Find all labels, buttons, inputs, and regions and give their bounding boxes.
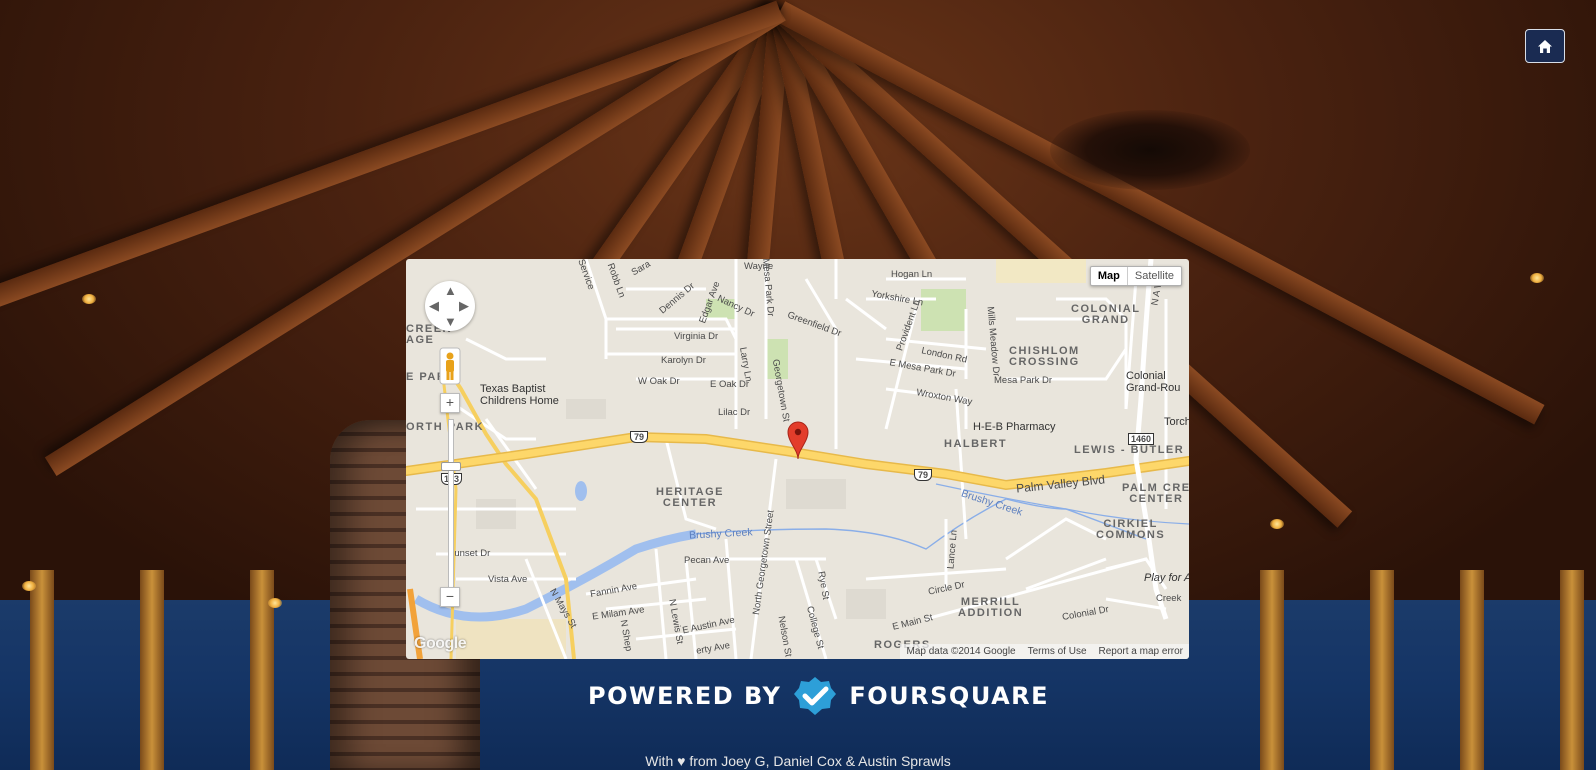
map-label-area: COLONIAL GRAND [1071,303,1141,326]
wooden-post [1260,570,1284,770]
terms-of-use-link[interactable]: Terms of Use [1028,646,1087,657]
map-type-map-button[interactable]: Map [1091,267,1128,285]
map-attribution: Map data ©2014 Google Terms of Use Repor… [900,644,1189,659]
map-data-credit: Map data ©2014 Google [906,646,1016,657]
map-label-area: HERITAGE CENTER [656,486,725,509]
map-label-area: LEWIS - BUTLER [1074,444,1185,456]
wooden-post [1370,570,1394,770]
ceiling-light [1530,273,1544,283]
map-label-road: Pecan Ave [684,555,730,566]
map-label-area: HALBERT [944,438,1008,450]
map-label-poi: H-E-B Pharmacy [973,421,1056,433]
map-label-poi: Colonial Grand-Rou [1126,370,1181,394]
wooden-post [30,570,54,770]
wooden-post [1560,570,1584,770]
map-label-road: W Oak Dr [638,376,680,387]
map-type-satellite-button[interactable]: Satellite [1128,267,1181,285]
map-label-road: Mesa Park Dr [994,375,1053,386]
powered-by-text: POWERED BY [588,682,782,710]
highway-shield: 1460 [1128,433,1155,445]
pan-left-icon[interactable]: ◀ [429,299,439,312]
zoom-in-button[interactable]: + [440,393,460,413]
pan-right-icon[interactable]: ▶ [459,299,469,312]
wooden-post [1460,570,1484,770]
google-logo[interactable]: Google [414,635,467,653]
report-map-error-link[interactable]: Report a map error [1099,646,1183,657]
map-widget[interactable]: Texas Baptist Childrens Home HERITAGE CE… [406,259,1189,659]
map-label-place: Texas Baptist Childrens Home [480,383,559,407]
location-marker-icon[interactable] [786,420,810,460]
highway-shield: 79 [630,431,649,443]
ceiling-light [1270,519,1284,529]
map-label-road: Lilac Dr [718,407,751,418]
zoom-out-button[interactable]: − [440,587,460,607]
map-label-road: Creek [1156,593,1182,604]
map-label-poi: Play for A [1144,572,1189,584]
map-label-area: MERRILL ADDITION [958,596,1024,619]
map-label-area: CIRKIEL COMMONS [1096,518,1166,541]
foursquare-check-icon [794,677,837,715]
ceiling-light [22,581,36,591]
map-label-road: Vista Ave [488,574,528,585]
zoom-slider-track[interactable] [448,419,454,591]
map-label-poi: Torch [1164,416,1189,428]
ceiling-light [268,598,282,608]
powered-by-foursquare[interactable]: POWERED BY FOURSQUARE [588,676,1049,716]
map-label-area: ORTH PARK [406,421,485,433]
street-view-pegman-icon[interactable] [438,347,462,385]
pan-up-icon[interactable]: ▲ [444,284,457,297]
pan-down-icon[interactable]: ▼ [444,315,457,328]
foursquare-brand-text: FOURSQUARE [849,682,1050,710]
ceiling-light [82,294,96,304]
ceiling-fan [1050,110,1250,190]
home-button[interactable] [1525,29,1565,63]
home-icon [1538,39,1552,53]
map-label-area: PALM CRE CENTER [1122,482,1189,505]
map-label-area: CHISHLOM CROSSING [1009,345,1080,368]
highway-shield: 79 [914,469,933,481]
map-label-road: Virginia Dr [674,331,719,342]
pan-control[interactable]: ▲ ▼ ◀ ▶ [425,281,475,331]
map-label-road: Karolyn Dr [661,355,706,366]
wooden-post [140,570,164,770]
map-label-road: Hogan Ln [891,269,933,280]
footer-credits: With ♥ from Joey G, Daniel Cox & Austin … [645,753,951,769]
zoom-slider-knob[interactable] [441,462,461,471]
map-type-control: Map Satellite [1089,266,1182,286]
map-label-road: Sunset Dr [448,548,491,559]
